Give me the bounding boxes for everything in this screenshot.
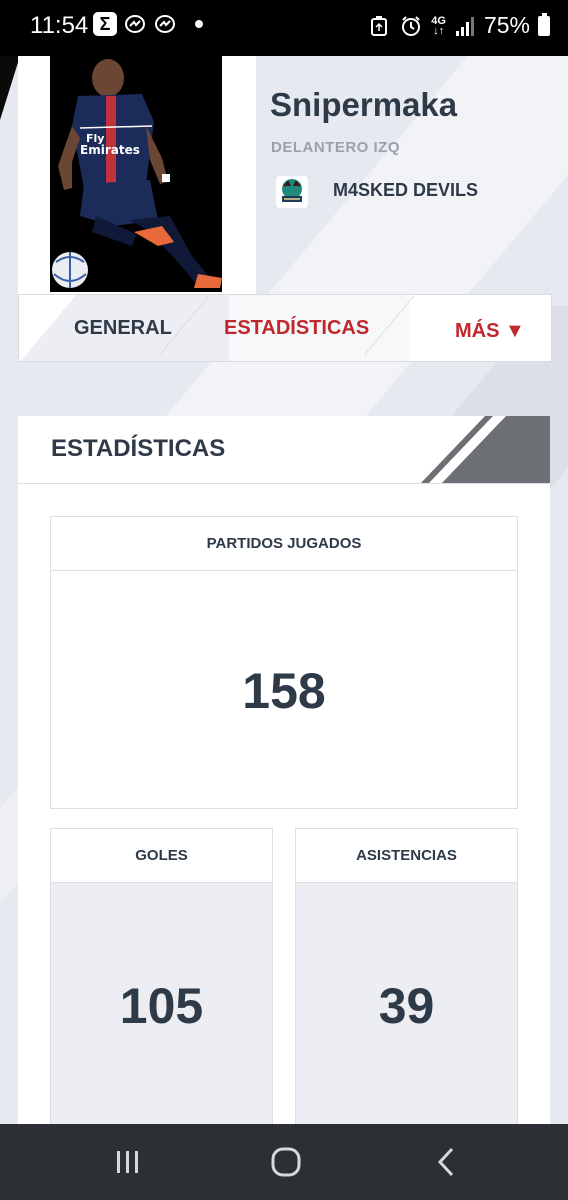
tab-mas-dropdown[interactable]: MÁS ▼ [455, 320, 525, 343]
back-icon[interactable] [424, 1142, 468, 1182]
alarm-icon [399, 14, 423, 38]
messenger-icon [153, 12, 177, 36]
status-bar: 11:54 Σ 4G ↓↑ 75% [0, 0, 568, 56]
stat-goles: GOLES 105 [50, 828, 273, 1128]
stat-value: 158 [242, 663, 326, 719]
battery-percent: 75% [483, 12, 530, 38]
stats-panel: ESTADÍSTICAS PARTIDOS JUGADOS 158 GOLES … [18, 416, 550, 1136]
battery-icon [538, 12, 550, 36]
stat-label: GOLES [51, 829, 272, 883]
tabs-bar: GENERAL ESTADÍSTICAS MÁS ▼ [18, 294, 552, 362]
tab-estadisticas[interactable]: ESTADÍSTICAS [224, 317, 369, 340]
system-icons: 4G ↓↑ 75% [367, 12, 550, 39]
recents-icon[interactable] [106, 1142, 150, 1182]
player-name: Snipermaka [270, 86, 458, 123]
stat-asistencias: ASISTENCIAS 39 [295, 828, 518, 1128]
recycle-icon [367, 14, 391, 38]
corner-decoration [0, 56, 20, 120]
stat-value: 105 [119, 978, 204, 1034]
sigma-app-icon: Σ [93, 12, 117, 36]
status-time: 11:54 [30, 12, 89, 39]
stats-title: ESTADÍSTICAS [51, 435, 226, 462]
stat-label: PARTIDOS JUGADOS [51, 517, 517, 571]
team-logo-icon[interactable] [276, 176, 308, 208]
player-position: DELANTERO IZQ [271, 139, 400, 156]
player-photo: Fly Emirates [50, 56, 222, 292]
messenger-icon [123, 12, 147, 36]
stat-value: 39 [378, 978, 435, 1034]
stat-partidos-jugados: PARTIDOS JUGADOS 158 [50, 516, 518, 809]
navigation-bar [0, 1124, 568, 1200]
tab-general[interactable]: GENERAL [74, 317, 172, 340]
svg-text:Emirates: Emirates [80, 143, 140, 157]
home-icon[interactable] [264, 1142, 308, 1182]
signal-icon [454, 16, 476, 36]
stats-header: ESTADÍSTICAS [18, 416, 550, 484]
notification-icons: Σ [93, 12, 203, 36]
notification-dot-icon [195, 20, 203, 28]
stat-label: ASISTENCIAS [296, 829, 517, 883]
network-4g-icon: 4G ↓↑ [431, 14, 446, 37]
header-stripes-decoration [420, 416, 550, 483]
network-label: 4G [431, 14, 446, 27]
team-name[interactable]: M4SKED DEVILS [333, 180, 478, 201]
